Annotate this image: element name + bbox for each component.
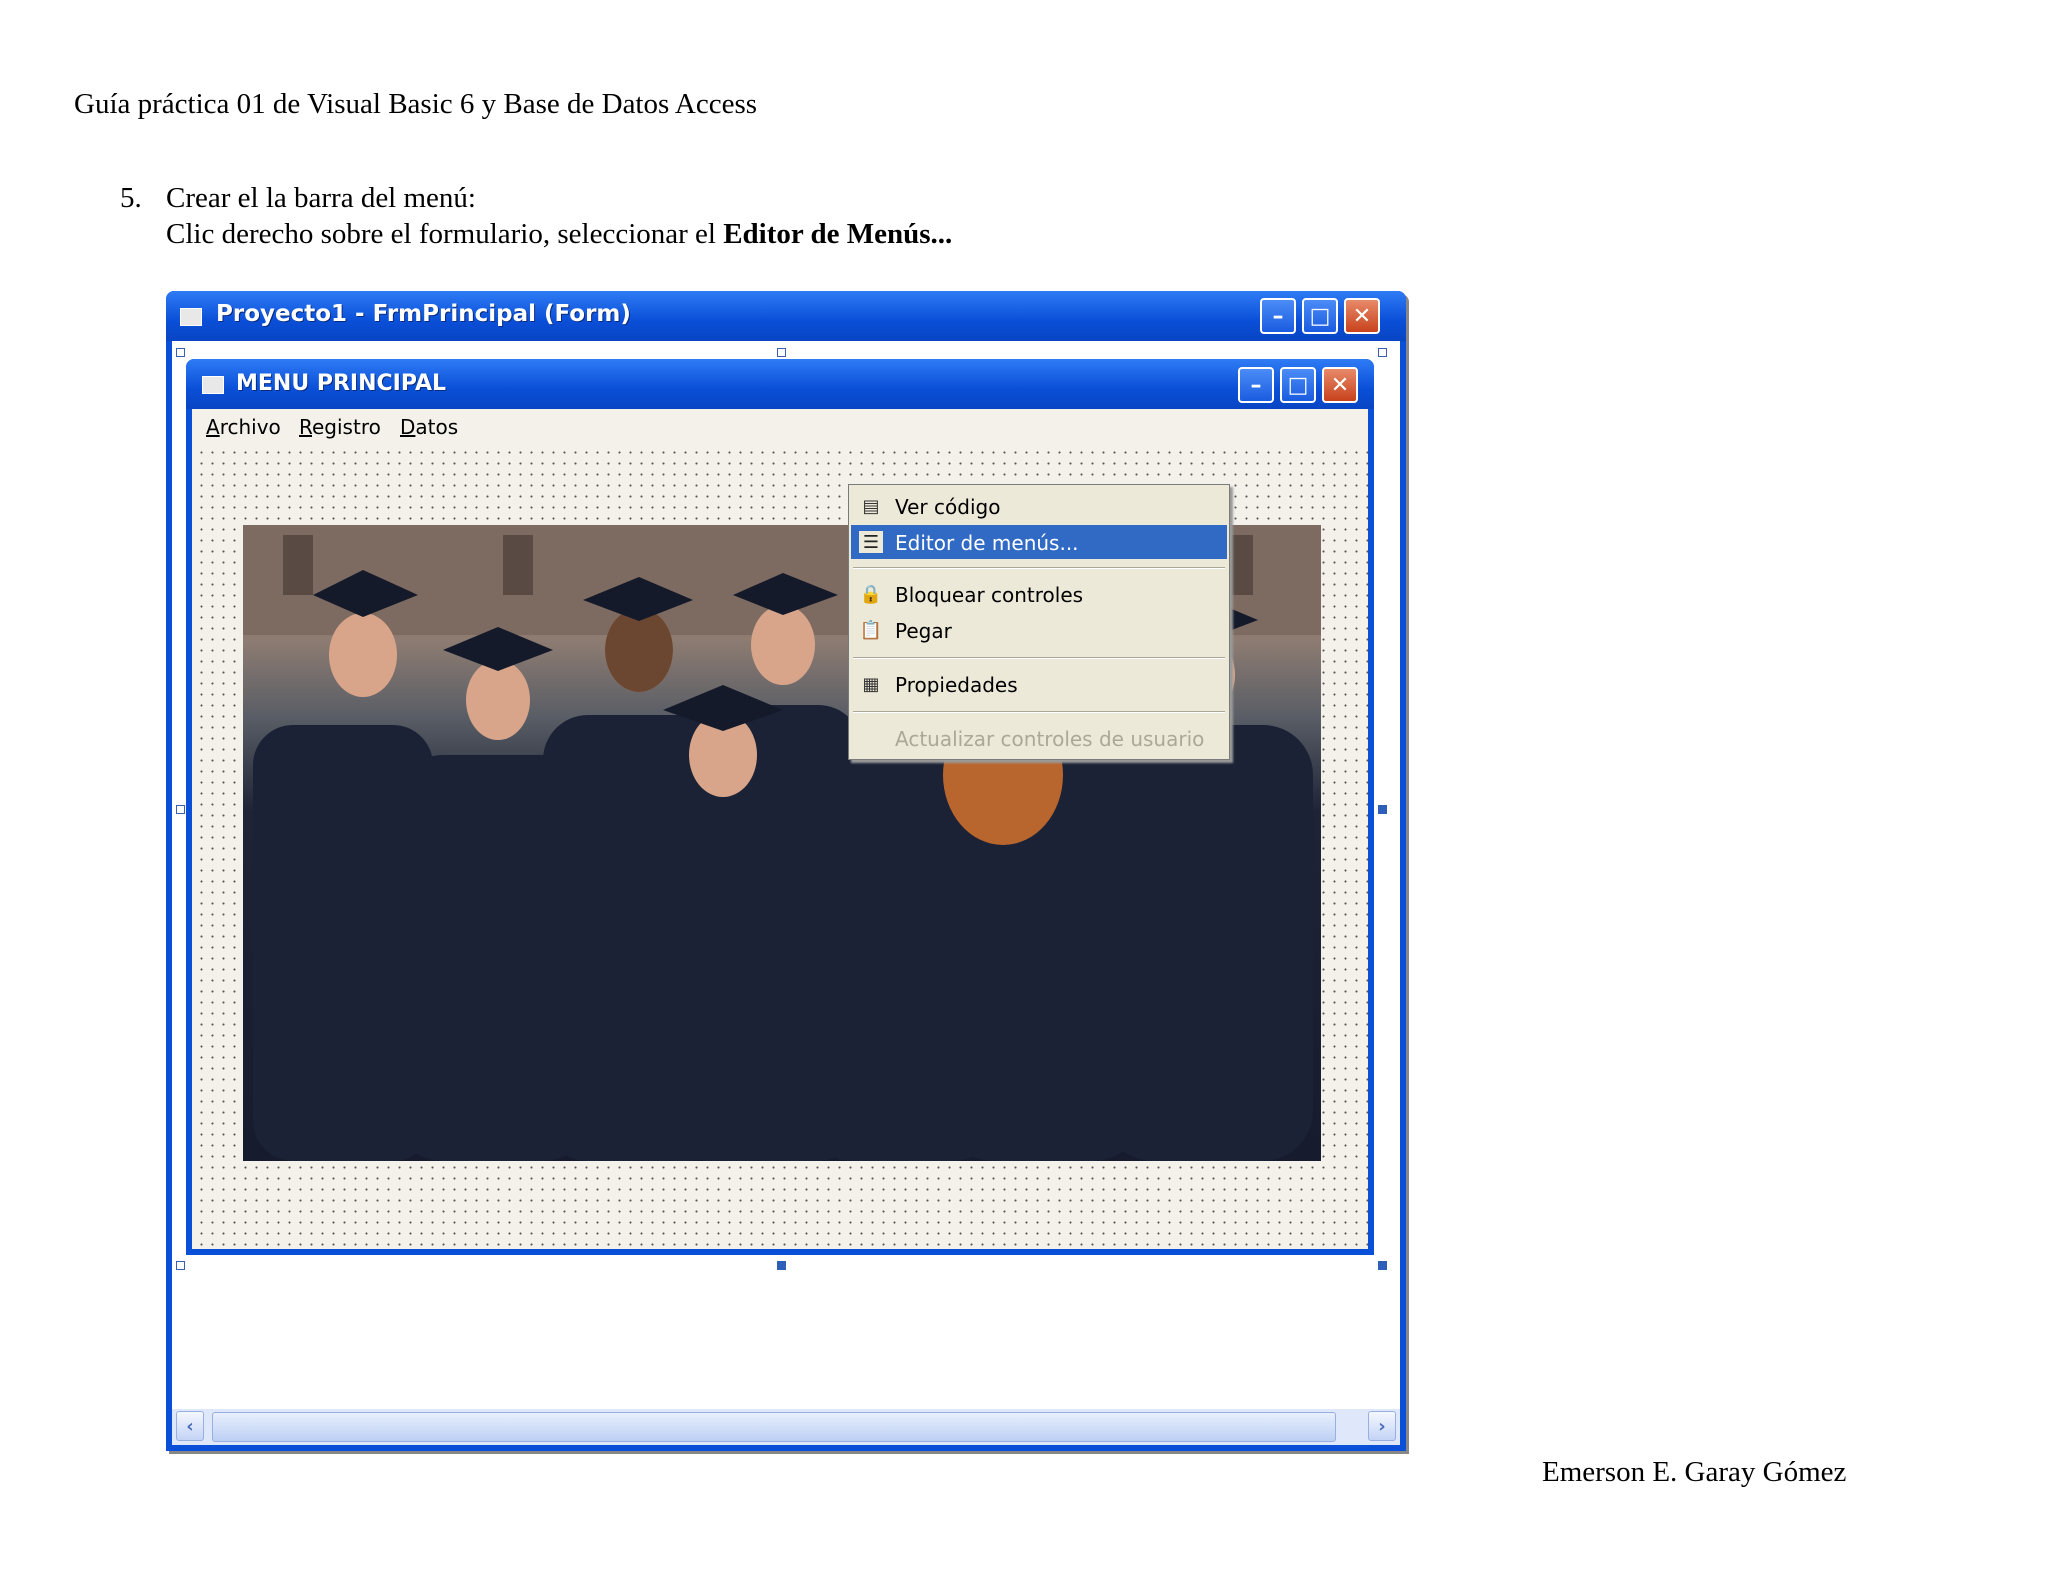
ctx-item-editor-de-menus[interactable]: ☰ Editor de menús...	[851, 525, 1227, 559]
form-minimize-button[interactable]: –	[1238, 367, 1274, 403]
form-close-button[interactable]: ✕	[1322, 367, 1358, 403]
resize-handle-top-left	[176, 348, 185, 357]
chevron-right-icon: ›	[1378, 1415, 1386, 1437]
ctx-separator	[853, 711, 1225, 713]
ctx-item-label: Actualizar controles de usuario	[895, 727, 1205, 751]
ctx-item-label: Bloquear controles	[895, 583, 1084, 607]
close-icon: ✕	[1330, 372, 1350, 398]
minimize-button[interactable]: –	[1260, 298, 1296, 334]
ctx-item-label: Pegar	[895, 619, 952, 643]
scrollbar-thumb[interactable]	[212, 1412, 1336, 1442]
scroll-right-button[interactable]: ›	[1368, 1411, 1396, 1441]
horizontal-scrollbar[interactable]: ‹ ›	[172, 1409, 1400, 1445]
ctx-item-label: Ver código	[895, 495, 1001, 519]
resize-handle-top	[777, 348, 786, 357]
ctx-item-actualizar-controles: Actualizar controles de usuario	[851, 721, 1227, 755]
resize-handle-top-right	[1378, 348, 1387, 357]
designer-title-bar[interactable]: Proyecto1 - FrmPrincipal (Form) – □ ✕	[166, 291, 1406, 341]
menu-registro[interactable]: Registro	[299, 415, 381, 439]
ctx-separator	[853, 657, 1225, 659]
context-menu: ▤ Ver código ☰ Editor de menús... 🔒 Bloq…	[848, 484, 1230, 760]
step-5: 5. Crear el la barra del menú: Clic derec…	[120, 180, 952, 252]
menu-editor-icon: ☰	[859, 531, 883, 553]
ctx-item-ver-codigo[interactable]: ▤ Ver código	[851, 489, 1227, 523]
step-text: Clic derecho sobre el formulario, selecc…	[166, 218, 724, 250]
step-number: 5.	[120, 182, 142, 214]
step-title: Crear el la barra del menú:	[166, 182, 476, 214]
menu-datos[interactable]: Datos	[400, 415, 458, 439]
menu-archivo[interactable]: Archivo	[206, 415, 281, 439]
ctx-separator	[853, 567, 1225, 569]
maximize-icon: □	[1309, 303, 1331, 329]
form-menu-bar: Archivo Registro Datos	[192, 409, 1368, 443]
properties-icon: ▦	[862, 673, 880, 695]
resize-handle-bottom-left	[176, 1261, 185, 1270]
ctx-item-label: Propiedades	[895, 673, 1018, 697]
author-name: Emerson E. Garay Gómez	[1542, 1456, 1847, 1488]
resize-handle-bottom-right[interactable]	[1378, 1261, 1387, 1270]
ctx-item-bloquear-controles[interactable]: 🔒 Bloquear controles	[851, 577, 1227, 611]
maximize-icon: □	[1287, 372, 1309, 398]
close-icon: ✕	[1352, 303, 1372, 329]
form-icon	[180, 308, 202, 326]
step-bold-text: Editor de Menús...	[723, 218, 953, 250]
ctx-item-label: Editor de menús...	[895, 531, 1079, 555]
minimize-icon: –	[1272, 303, 1284, 329]
designer-title: Proyecto1 - FrmPrincipal (Form)	[216, 301, 631, 327]
document-header: Guía práctica 01 de Visual Basic 6 y Bas…	[74, 88, 758, 120]
chevron-left-icon: ‹	[186, 1415, 194, 1437]
close-button[interactable]: ✕	[1344, 298, 1380, 334]
ctx-item-pegar[interactable]: 📋 Pegar	[851, 613, 1227, 647]
resize-handle-right[interactable]	[1378, 805, 1387, 814]
paste-icon: 📋	[859, 619, 883, 641]
resize-handle-left	[176, 805, 185, 814]
form-title-bar[interactable]: MENU PRINCIPAL – □ ✕	[186, 359, 1374, 409]
maximize-button[interactable]: □	[1302, 298, 1338, 334]
view-code-icon: ▤	[862, 495, 880, 517]
form-maximize-button[interactable]: □	[1280, 367, 1316, 403]
minimize-icon: –	[1250, 372, 1262, 398]
form-icon	[202, 376, 224, 394]
ctx-item-propiedades[interactable]: ▦ Propiedades	[851, 667, 1227, 701]
form-title: MENU PRINCIPAL	[236, 371, 446, 396]
resize-handle-bottom[interactable]	[777, 1261, 786, 1270]
lock-icon: 🔒	[859, 583, 883, 605]
scroll-left-button[interactable]: ‹	[176, 1411, 204, 1441]
